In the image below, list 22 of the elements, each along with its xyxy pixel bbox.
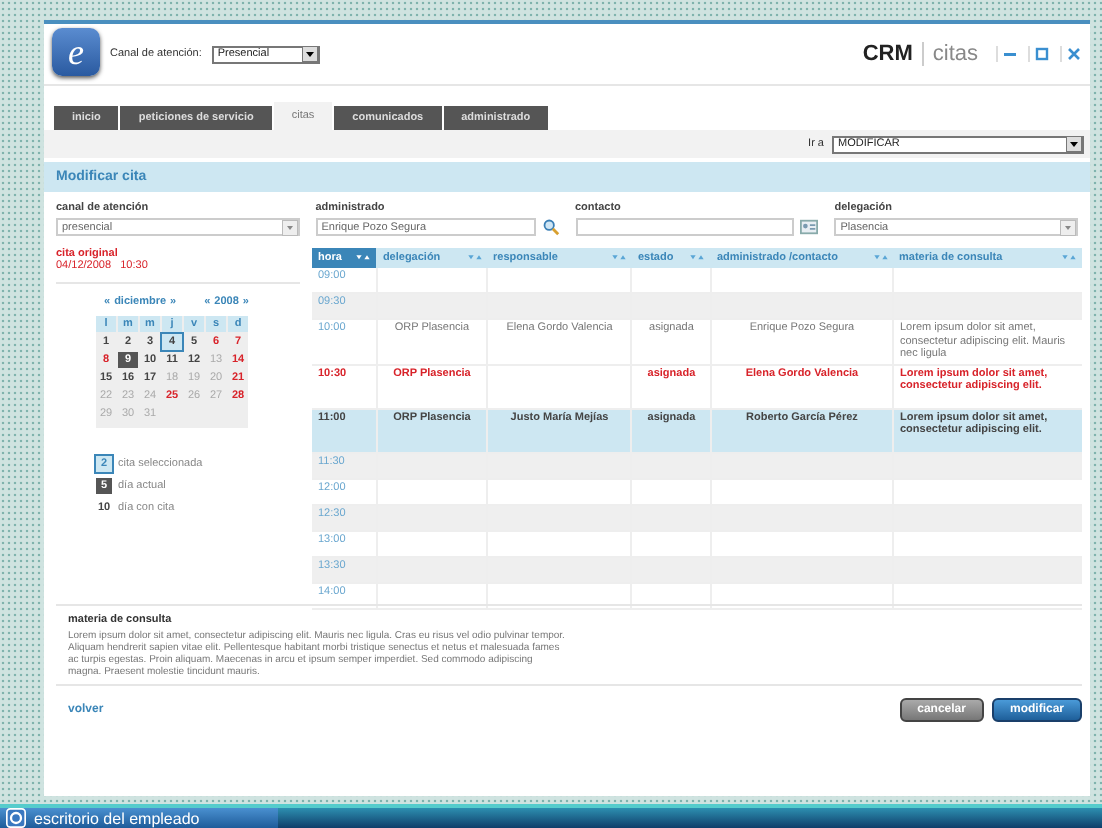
taskbar-label: escritorio del empleado — [34, 809, 200, 827]
dropdown-icon — [281, 219, 298, 235]
minimize-icon[interactable] — [996, 46, 1018, 62]
dropdown-icon — [1060, 219, 1076, 235]
close-icon[interactable] — [1060, 46, 1082, 62]
search-icon[interactable] — [541, 218, 559, 236]
contact-card-icon[interactable] — [800, 218, 819, 236]
taskbar-item[interactable]: escritorio del empleado — [0, 808, 278, 828]
dropdown-icon — [1066, 136, 1082, 152]
dropdown-icon — [301, 46, 318, 62]
sort-icon — [873, 254, 887, 262]
app-logo: e — [52, 28, 100, 76]
sort-icon — [1062, 254, 1076, 262]
app-icon — [6, 808, 26, 828]
app-name: CRM — [862, 42, 913, 66]
section-name: citas — [922, 42, 978, 66]
input-field[interactable] — [575, 218, 795, 236]
sort-icon — [690, 254, 705, 262]
sort-icon — [356, 254, 371, 262]
sort-icon — [611, 254, 626, 262]
sort-icon — [467, 254, 482, 262]
maximize-icon[interactable] — [1028, 46, 1050, 62]
